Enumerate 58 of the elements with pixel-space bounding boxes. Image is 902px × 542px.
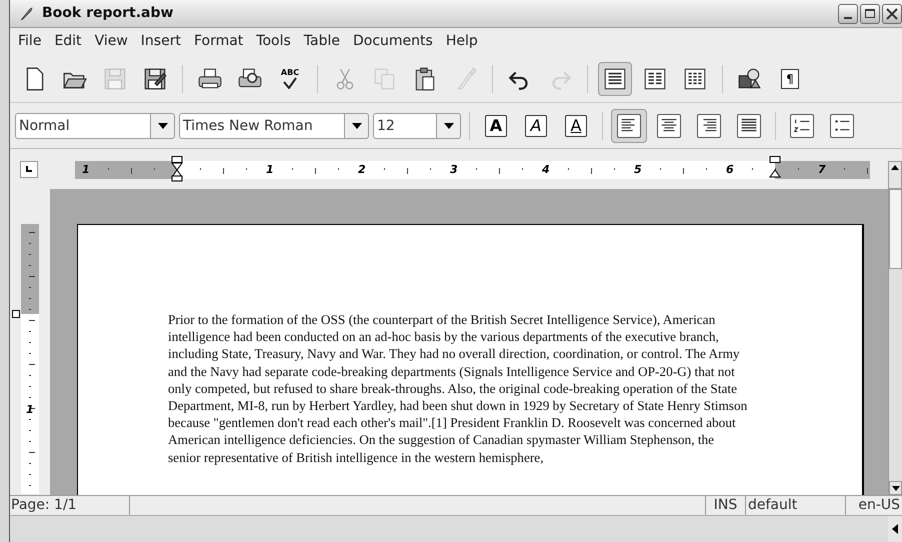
close-button[interactable] [882, 4, 902, 24]
scroll-up-button[interactable] [888, 161, 902, 189]
menu-item[interactable]: Edit [48, 29, 88, 54]
spellcheck-button[interactable]: ABC [273, 62, 307, 96]
ruler-number: 7 [818, 162, 826, 178]
ruler-number: 6 [726, 162, 734, 178]
scroll-down-button[interactable] [889, 481, 902, 495]
font-size-field[interactable]: 12 [373, 112, 437, 138]
dropdown-button[interactable] [151, 112, 175, 138]
margin-marker[interactable] [12, 310, 20, 318]
menu-item[interactable]: Tools [250, 29, 297, 54]
dropdown-button[interactable] [437, 112, 461, 138]
ruler-number: 1 [82, 162, 90, 178]
language-indicator: en-US [857, 496, 901, 515]
dropdown-button[interactable] [345, 112, 369, 138]
down-arrow-icon [892, 486, 900, 490]
ruler-number: 1 [26, 404, 34, 416]
maximize-button[interactable] [860, 4, 880, 24]
ruler-number: 5 [634, 162, 642, 178]
ruler-number: 2 [358, 162, 366, 178]
one-column-icon [602, 66, 628, 92]
up-arrow-icon [891, 165, 899, 170]
menu-item[interactable]: Documents [347, 29, 439, 54]
quill-icon [18, 6, 34, 22]
save-as-icon [142, 66, 168, 92]
three-column-icon [682, 66, 708, 92]
format-button[interactable]: A [558, 108, 594, 142]
toolbar-button[interactable] [598, 62, 632, 96]
menu-item[interactable]: Insert [134, 29, 187, 54]
scrollbar-thumb[interactable] [889, 189, 902, 269]
formatting-marks-button[interactable]: ¶ [773, 62, 807, 96]
ruler-number: 4 [542, 162, 550, 178]
down-arrow-icon [352, 122, 362, 128]
font-field[interactable]: Times New Roman [179, 112, 345, 138]
menu-item[interactable]: Format [188, 29, 250, 54]
two-column-icon [642, 66, 668, 92]
format-button[interactable]: A [478, 108, 514, 142]
menu-item[interactable]: View [88, 29, 134, 54]
close-icon [886, 8, 898, 20]
scroll-left-button[interactable] [888, 516, 902, 542]
vertical-scrollbar[interactable] [888, 189, 902, 495]
save-icon [102, 66, 128, 92]
down-arrow-icon [158, 122, 168, 128]
ruler-number: 1 [266, 162, 274, 178]
style-field[interactable]: Normal [15, 112, 151, 138]
format-button[interactable]: A [518, 108, 554, 142]
menu-item[interactable]: Table [298, 29, 346, 54]
tab-stop-button[interactable] [20, 160, 38, 178]
down-arrow-icon [444, 122, 454, 128]
body-paragraph: Prior to the formation of the OSS (the counterpart of the British Secret Intelligence Service), American intelligence had been conducted on an ad-hoc basis by the various departments of the executive branch, including State, Treasury, Navy and War. They had no overall direction, coordination, or control. The Army and the Navy had separate code-breaking departments (Signals Intelligence Service and OP-20-G) that not only competed, but refused to share break-throughs. Also, the original code-breaking operation of the State Department, MI-8, run by Herbert Yardley, had been shut down in 1929 by Secretary of State Henry Stimson because "gentlemen don't read each other's mail".[1] President Franklin D. Roosevelt was concerned about American intelligence deficiencies. On the suggestion of Canadian spymaster William Stephenson, the senior representative of British intelligence in the western hemisphere, [168, 311, 748, 466]
left-arrow-icon [892, 524, 898, 534]
ruler-number: 3 [450, 162, 458, 178]
menu-item[interactable]: Help [440, 29, 484, 54]
format-button[interactable] [611, 108, 647, 142]
checkmark-icon [283, 76, 297, 88]
window-title: Book report.abw [42, 4, 174, 23]
minimize-button[interactable] [838, 4, 858, 24]
menu-item[interactable]: File [12, 29, 48, 54]
